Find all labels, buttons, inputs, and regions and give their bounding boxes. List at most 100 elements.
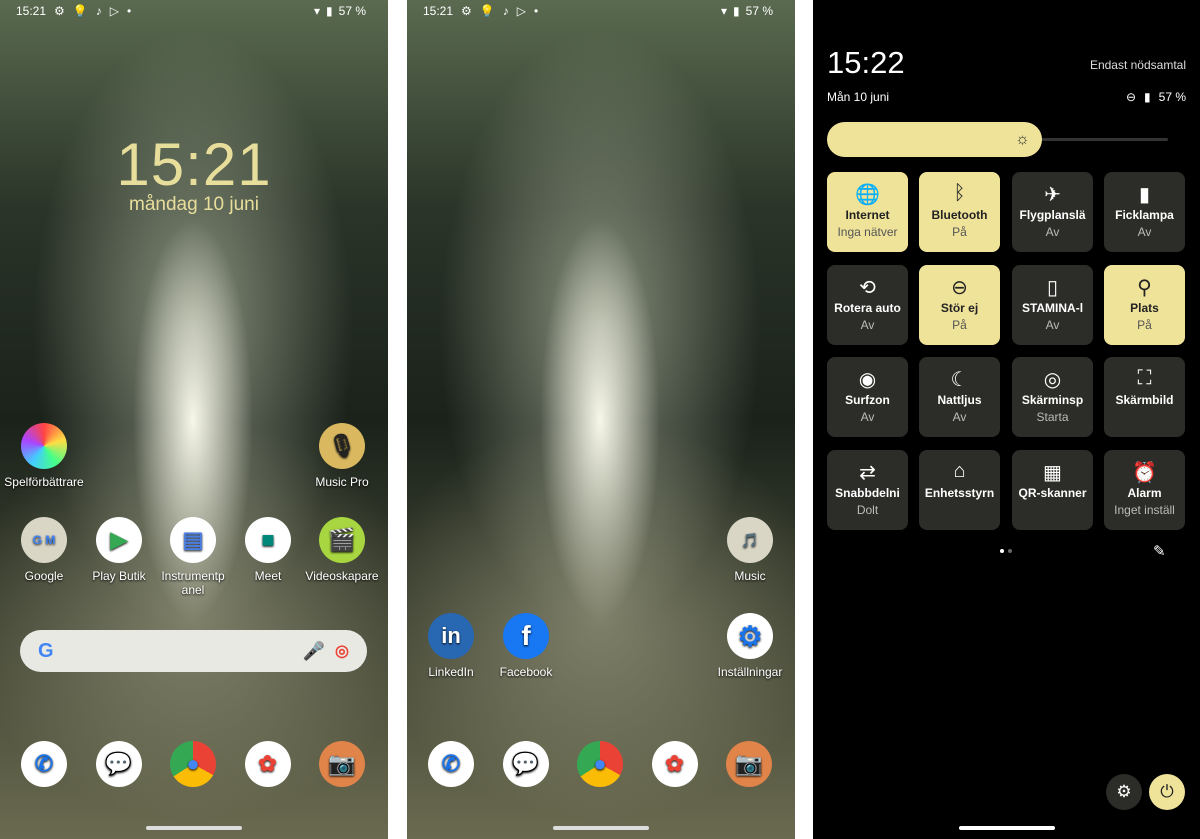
folder-music[interactable]: 🎵 Music: [710, 517, 790, 583]
phone-icon: ✆: [428, 741, 474, 787]
app-facebook[interactable]: f Facebook: [486, 613, 566, 679]
app-label: LinkedIn: [428, 665, 474, 679]
status-bar: 15:21 ⚙ 💡 ♪ ▷ • ▾ ▮ 57 %: [16, 3, 366, 19]
app-spelforbattrare[interactable]: Spelförbättrare: [4, 423, 84, 489]
dock-photos[interactable]: ✿: [635, 741, 715, 793]
tile-battery-plus[interactable]: ▯ STAMINA-l Av: [1012, 265, 1093, 345]
tile-label: Skärmbild: [1115, 393, 1174, 407]
app-label: Spelförbättrare: [4, 475, 84, 489]
screen-record-icon: ◎: [1043, 369, 1062, 391]
app-videoskapare[interactable]: 🎬 Videoskapare: [302, 517, 382, 583]
lens-icon[interactable]: ◎: [335, 641, 349, 661]
globe-off-icon: 🌐: [855, 184, 880, 206]
clock-widget[interactable]: 15:21: [0, 130, 388, 199]
facebook-icon: f: [503, 613, 549, 659]
brightness-slider[interactable]: ☼: [827, 122, 1168, 157]
tile-qr-code[interactable]: ▦ QR-skanner: [1012, 450, 1093, 530]
tile-state: Av: [1045, 225, 1060, 239]
music-note-icon: ♪: [95, 4, 102, 18]
tile-label: Plats: [1130, 301, 1159, 315]
page-indicator[interactable]: [1008, 549, 1012, 553]
tile-do-not-disturb[interactable]: ⊖ Stör ej På: [919, 265, 1000, 345]
tile-state: På: [952, 225, 967, 239]
app-label: Instrumentpanel: [161, 569, 225, 597]
battery-icon: ▮: [326, 4, 333, 18]
google-search-bar[interactable]: G 🎤 ◎: [20, 630, 367, 672]
gesture-bar[interactable]: [958, 826, 1055, 830]
edit-pencil-icon[interactable]: ✎: [1153, 542, 1166, 560]
tile-flashlight[interactable]: ▮ Ficklampa Av: [1104, 172, 1185, 252]
battery-level: 57 %: [1158, 90, 1186, 104]
tile-screen-record[interactable]: ◎ Skärminsp Starta: [1012, 357, 1093, 437]
qs-date[interactable]: Mån 10 juni: [827, 90, 889, 104]
dock-chrome[interactable]: ●: [560, 741, 640, 793]
app-music-pro[interactable]: 🎙 Music Pro: [302, 423, 382, 489]
app-play-butik[interactable]: ▶ Play Butik: [79, 517, 159, 583]
gesture-bar[interactable]: [146, 826, 242, 830]
power-button[interactable]: ⏻: [1149, 774, 1185, 810]
tile-label: Surfzon: [845, 393, 890, 407]
tile-location[interactable]: ⚲ Plats På: [1104, 265, 1185, 345]
gesture-bar[interactable]: [553, 826, 649, 830]
app-label: Play Butik: [92, 569, 146, 583]
dock-messages[interactable]: 💬: [79, 741, 159, 793]
app-label: Meet: [254, 569, 282, 583]
tile-state: Av: [952, 410, 967, 424]
app-label: Facebook: [499, 665, 553, 679]
tile-label: Nattljus: [937, 393, 982, 407]
home-icon: ⌂: [953, 460, 966, 482]
dock-messages[interactable]: 💬: [486, 741, 566, 793]
dot-icon: •: [533, 4, 539, 18]
tile-state: Av: [1137, 225, 1152, 239]
home-screen-1: 15:21 ⚙ 💡 ♪ ▷ • ▾ ▮ 57 % 15:21 måndag 10 juni Sp…: [0, 0, 388, 839]
settings-button[interactable]: ⚙: [1106, 774, 1142, 810]
battery-level: 57 %: [338, 4, 366, 18]
app-installningar[interactable]: ⚙ Inställningar: [710, 613, 790, 679]
dock-phone[interactable]: ✆: [411, 741, 491, 793]
tile-airplane[interactable]: ✈ Flygplanslä Av: [1012, 172, 1093, 252]
photos-icon: ✿: [651, 741, 698, 787]
app-meet[interactable]: ■ Meet: [228, 517, 308, 583]
tile-globe-off[interactable]: 🌐 Internet Inga nätver: [827, 172, 908, 252]
tile-label: Rotera auto: [834, 301, 901, 315]
battery-plus-icon: ▯: [1046, 277, 1058, 299]
tile-state: Av: [1045, 318, 1060, 332]
carrier-text: Endast nödsamtal: [1089, 58, 1186, 72]
linkedin-icon: in: [428, 613, 474, 659]
tile-bluetooth[interactable]: ᛒ Bluetooth På: [919, 172, 1000, 252]
app-instrumentpanel[interactable]: ▤ Instrumentpanel: [153, 517, 233, 597]
dock-camera[interactable]: 📷: [302, 741, 382, 793]
tile-state: Av: [860, 318, 875, 332]
microphone-icon[interactable]: 🎤: [303, 641, 325, 662]
dock-photos[interactable]: ✿: [228, 741, 308, 793]
tile-screenshot[interactable]: ⛶ Skärmbild: [1104, 357, 1185, 437]
tile-quick-share[interactable]: ⇄ Snabbdelni Dolt: [827, 450, 908, 530]
tile-label: Alarm: [1127, 486, 1162, 500]
tile-home[interactable]: ⌂ Enhetsstyrn: [919, 450, 1000, 530]
tile-label: Snabbdelni: [835, 486, 900, 500]
do-not-disturb-icon: ⊖: [951, 277, 968, 299]
tile-rotate[interactable]: ⟲ Rotera auto Av: [827, 265, 908, 345]
flashlight-icon: ▮: [1138, 184, 1150, 206]
tile-hotspot[interactable]: ◉ Surfzon Av: [827, 357, 908, 437]
app-linkedin[interactable]: in LinkedIn: [411, 613, 491, 679]
dock-phone[interactable]: ✆: [4, 741, 84, 793]
app-label: Videoskapare: [305, 569, 379, 583]
power-icon: ⏻: [1160, 782, 1174, 801]
dock-chrome[interactable]: ●: [153, 741, 233, 793]
moon-icon: ☾: [950, 369, 969, 391]
qs-time[interactable]: 15:22: [827, 45, 905, 81]
tile-moon[interactable]: ☾ Nattljus Av: [919, 357, 1000, 437]
tile-state: Starta: [1036, 410, 1069, 424]
tile-label: Skärminsp: [1021, 393, 1084, 407]
music-note-icon: ♪: [502, 4, 509, 18]
google-logo: G: [38, 639, 54, 662]
camera-icon: 📷: [726, 741, 772, 787]
quick-share-icon: ⇄: [859, 462, 876, 484]
folder-google[interactable]: G M Google: [4, 517, 84, 583]
dock-camera[interactable]: 📷: [709, 741, 789, 793]
tile-label: QR-skanner: [1018, 486, 1087, 500]
tile-alarm[interactable]: ⏰ Alarm Inget inställ: [1104, 450, 1185, 530]
date-widget[interactable]: måndag 10 juni: [0, 194, 388, 216]
page-indicator-active: [1000, 549, 1004, 553]
